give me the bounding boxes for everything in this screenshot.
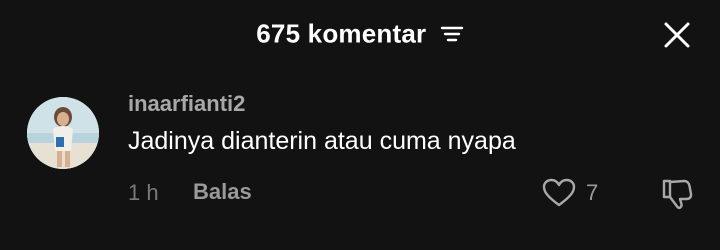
comments-header: 675 komentar bbox=[0, 0, 720, 70]
like-count: 7 bbox=[586, 180, 599, 205]
comment-timestamp: 1 h bbox=[128, 180, 159, 205]
thumbs-down-icon[interactable] bbox=[660, 177, 694, 211]
like-button[interactable]: 7 bbox=[542, 175, 598, 211]
filter-icon[interactable] bbox=[440, 24, 464, 44]
heart-icon bbox=[542, 178, 576, 207]
comment-username[interactable]: inaarfianti2 bbox=[128, 91, 245, 117]
comment-text: Jadinya dianterin atau cuma nyapa bbox=[128, 127, 516, 155]
reply-button[interactable]: Balas bbox=[193, 179, 252, 205]
header-title-row: 675 komentar bbox=[0, 17, 720, 50]
close-icon[interactable] bbox=[662, 20, 692, 50]
comment-count-title: 675 komentar bbox=[256, 18, 427, 49]
avatar[interactable] bbox=[27, 97, 99, 169]
comment-item: inaarfianti2 Jadinya dianterin atau cuma… bbox=[0, 90, 720, 240]
